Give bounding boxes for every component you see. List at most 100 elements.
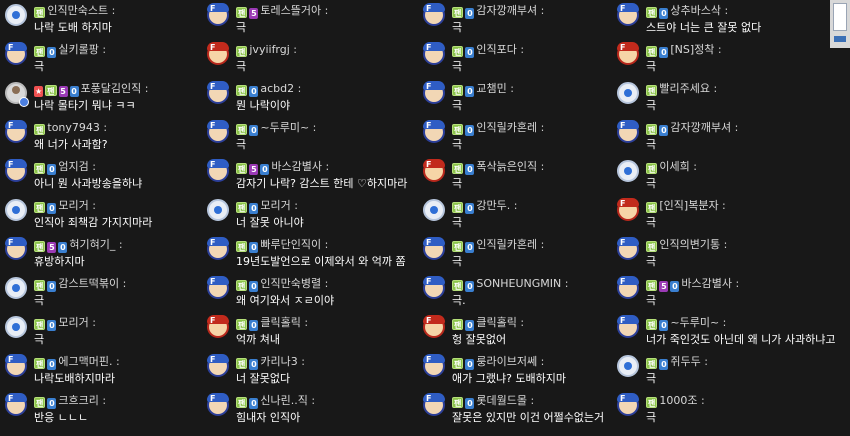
username[interactable]: tony7943 <box>47 121 100 134</box>
username[interactable]: 폭삭늙은인직 <box>476 160 537 173</box>
username[interactable]: [인직]복분자 <box>659 199 718 212</box>
username[interactable]: 바스감별사 <box>681 277 732 290</box>
message-header: 팬 0 ~두루미~ : <box>646 316 726 331</box>
user-avatar-icon[interactable] <box>5 120 27 143</box>
username[interactable]: 인직포다 <box>476 43 516 56</box>
username[interactable]: 카리나3 <box>260 355 297 368</box>
user-avatar-icon[interactable] <box>207 237 229 260</box>
username[interactable]: 실키롤팡 <box>58 43 98 56</box>
user-avatar-icon[interactable] <box>207 354 229 377</box>
username[interactable]: SONHEUNGMIN <box>476 277 561 290</box>
chat-message: 팬0인직만숙병렬 : 왜 여기와서 ㅈㄹ이야 <box>207 273 407 313</box>
username[interactable]: 쥐두두 <box>670 355 700 368</box>
username[interactable]: 포풍달김인직 <box>81 82 142 95</box>
user-avatar-icon[interactable] <box>423 81 445 104</box>
username[interactable]: 롯데월드몰 <box>476 394 527 407</box>
username[interactable]: 상추바스삭 <box>670 4 721 17</box>
user-avatar-icon[interactable] <box>423 276 445 299</box>
user-avatar-icon[interactable] <box>5 82 29 107</box>
message-text: 극 <box>452 216 463 229</box>
username[interactable]: 감자깡깨부셔 <box>476 4 537 17</box>
chat-message: 팬0클릭홀릭 : 억까 쳐내 <box>207 312 407 352</box>
username[interactable]: 클릭홀릭 <box>260 316 300 329</box>
user-avatar-icon[interactable] <box>617 42 639 65</box>
username[interactable]: ~두루미~ <box>670 316 719 329</box>
user-avatar-icon[interactable] <box>207 42 229 65</box>
user-avatar-icon[interactable] <box>207 276 229 299</box>
user-avatar-icon[interactable] <box>423 237 445 260</box>
username[interactable]: 감자깡깨부셔 <box>670 121 731 134</box>
username[interactable]: 인직만숙스트 <box>47 4 108 17</box>
user-avatar-icon[interactable] <box>5 277 27 299</box>
user-avatar-icon[interactable] <box>207 120 229 143</box>
user-avatar-icon[interactable] <box>617 3 639 26</box>
user-avatar-icon[interactable] <box>5 42 27 65</box>
user-avatar-icon[interactable] <box>5 316 27 338</box>
user-avatar-icon[interactable] <box>5 393 27 416</box>
user-avatar-icon[interactable] <box>617 315 639 338</box>
message-header: 팬 tony7943 : <box>34 121 107 135</box>
user-avatar-icon[interactable] <box>423 315 445 338</box>
username[interactable]: 인직만숙병렬 <box>260 277 321 290</box>
username[interactable]: 모리거 <box>58 316 88 329</box>
username[interactable]: [NS]정착 <box>670 43 714 56</box>
message-text: 왜 여기와서 ㅈㄹ이야 <box>236 294 335 307</box>
user-avatar-icon[interactable] <box>5 159 27 182</box>
user-avatar-icon[interactable] <box>423 199 445 221</box>
username[interactable]: 바스감별사 <box>271 160 322 173</box>
user-avatar-icon[interactable] <box>5 4 27 26</box>
username[interactable]: 신나린..직 <box>260 394 307 407</box>
user-avatar-icon[interactable] <box>423 393 445 416</box>
username[interactable]: ~두루미~ <box>260 121 309 134</box>
user-avatar-icon[interactable] <box>5 237 27 260</box>
username[interactable]: acbd2 <box>260 82 294 95</box>
username[interactable]: 크흐크리 <box>58 394 98 407</box>
name-separator: : <box>731 277 740 290</box>
user-avatar-icon[interactable] <box>5 199 27 221</box>
username[interactable]: 교챔민 <box>476 82 506 95</box>
user-avatar-icon[interactable] <box>423 120 445 143</box>
user-avatar-icon[interactable] <box>617 120 639 143</box>
username[interactable]: 인직릴카혼레 <box>476 238 537 251</box>
user-avatar-icon[interactable] <box>423 159 445 182</box>
user-avatar-icon[interactable] <box>423 42 445 65</box>
username[interactable]: 모리거 <box>260 199 290 212</box>
user-avatar-icon[interactable] <box>207 393 229 416</box>
username[interactable]: 감스트떡볶이 <box>58 277 119 290</box>
username[interactable]: 엄지검 <box>58 160 88 173</box>
username[interactable]: 혀기혀기_ <box>69 238 115 251</box>
message-text: 너 잘못 아니야 <box>236 216 304 229</box>
user-avatar-icon[interactable] <box>617 355 639 377</box>
user-avatar-icon[interactable] <box>617 160 639 182</box>
user-avatar-icon[interactable] <box>617 237 639 260</box>
username[interactable]: 클릭홀릭 <box>476 316 516 329</box>
side-panel-thumbnail[interactable] <box>830 0 850 48</box>
user-avatar-icon[interactable] <box>207 81 229 104</box>
user-avatar-icon[interactable] <box>207 315 229 338</box>
username[interactable]: 인직의변기통 <box>659 238 720 251</box>
username[interactable]: 토레스뜰거아 <box>260 4 321 17</box>
username[interactable]: 강만두. <box>476 199 510 212</box>
username[interactable]: 에그맥머핀. <box>58 355 112 368</box>
message-header: 팬 0 모리거 : <box>34 316 96 331</box>
user-avatar-icon[interactable] <box>207 159 229 182</box>
message-text: 힘내자 인직아 <box>236 411 301 424</box>
user-avatar-icon[interactable] <box>207 3 229 26</box>
username[interactable]: 룽라이브저쎄 <box>476 355 537 368</box>
user-avatar-icon[interactable] <box>207 199 229 221</box>
username[interactable]: 1000조 <box>659 394 697 407</box>
username[interactable]: 빠루단인직이 <box>260 238 321 251</box>
user-avatar-icon[interactable] <box>5 354 27 377</box>
user-avatar-icon[interactable] <box>423 354 445 377</box>
user-avatar-icon[interactable] <box>423 3 445 26</box>
username[interactable]: 이세희 <box>659 160 689 173</box>
user-avatar-icon[interactable] <box>617 276 639 299</box>
user-avatar-icon[interactable] <box>617 393 639 416</box>
username[interactable]: jvyiifrgj <box>249 43 289 56</box>
user-badge-icon: 0 <box>465 47 475 58</box>
user-avatar-icon[interactable] <box>617 198 639 221</box>
username[interactable]: 빨리주세요 <box>659 82 710 95</box>
username[interactable]: 모리거 <box>58 199 88 212</box>
username[interactable]: 인직릴카혼레 <box>476 121 537 134</box>
user-avatar-icon[interactable] <box>617 82 639 104</box>
